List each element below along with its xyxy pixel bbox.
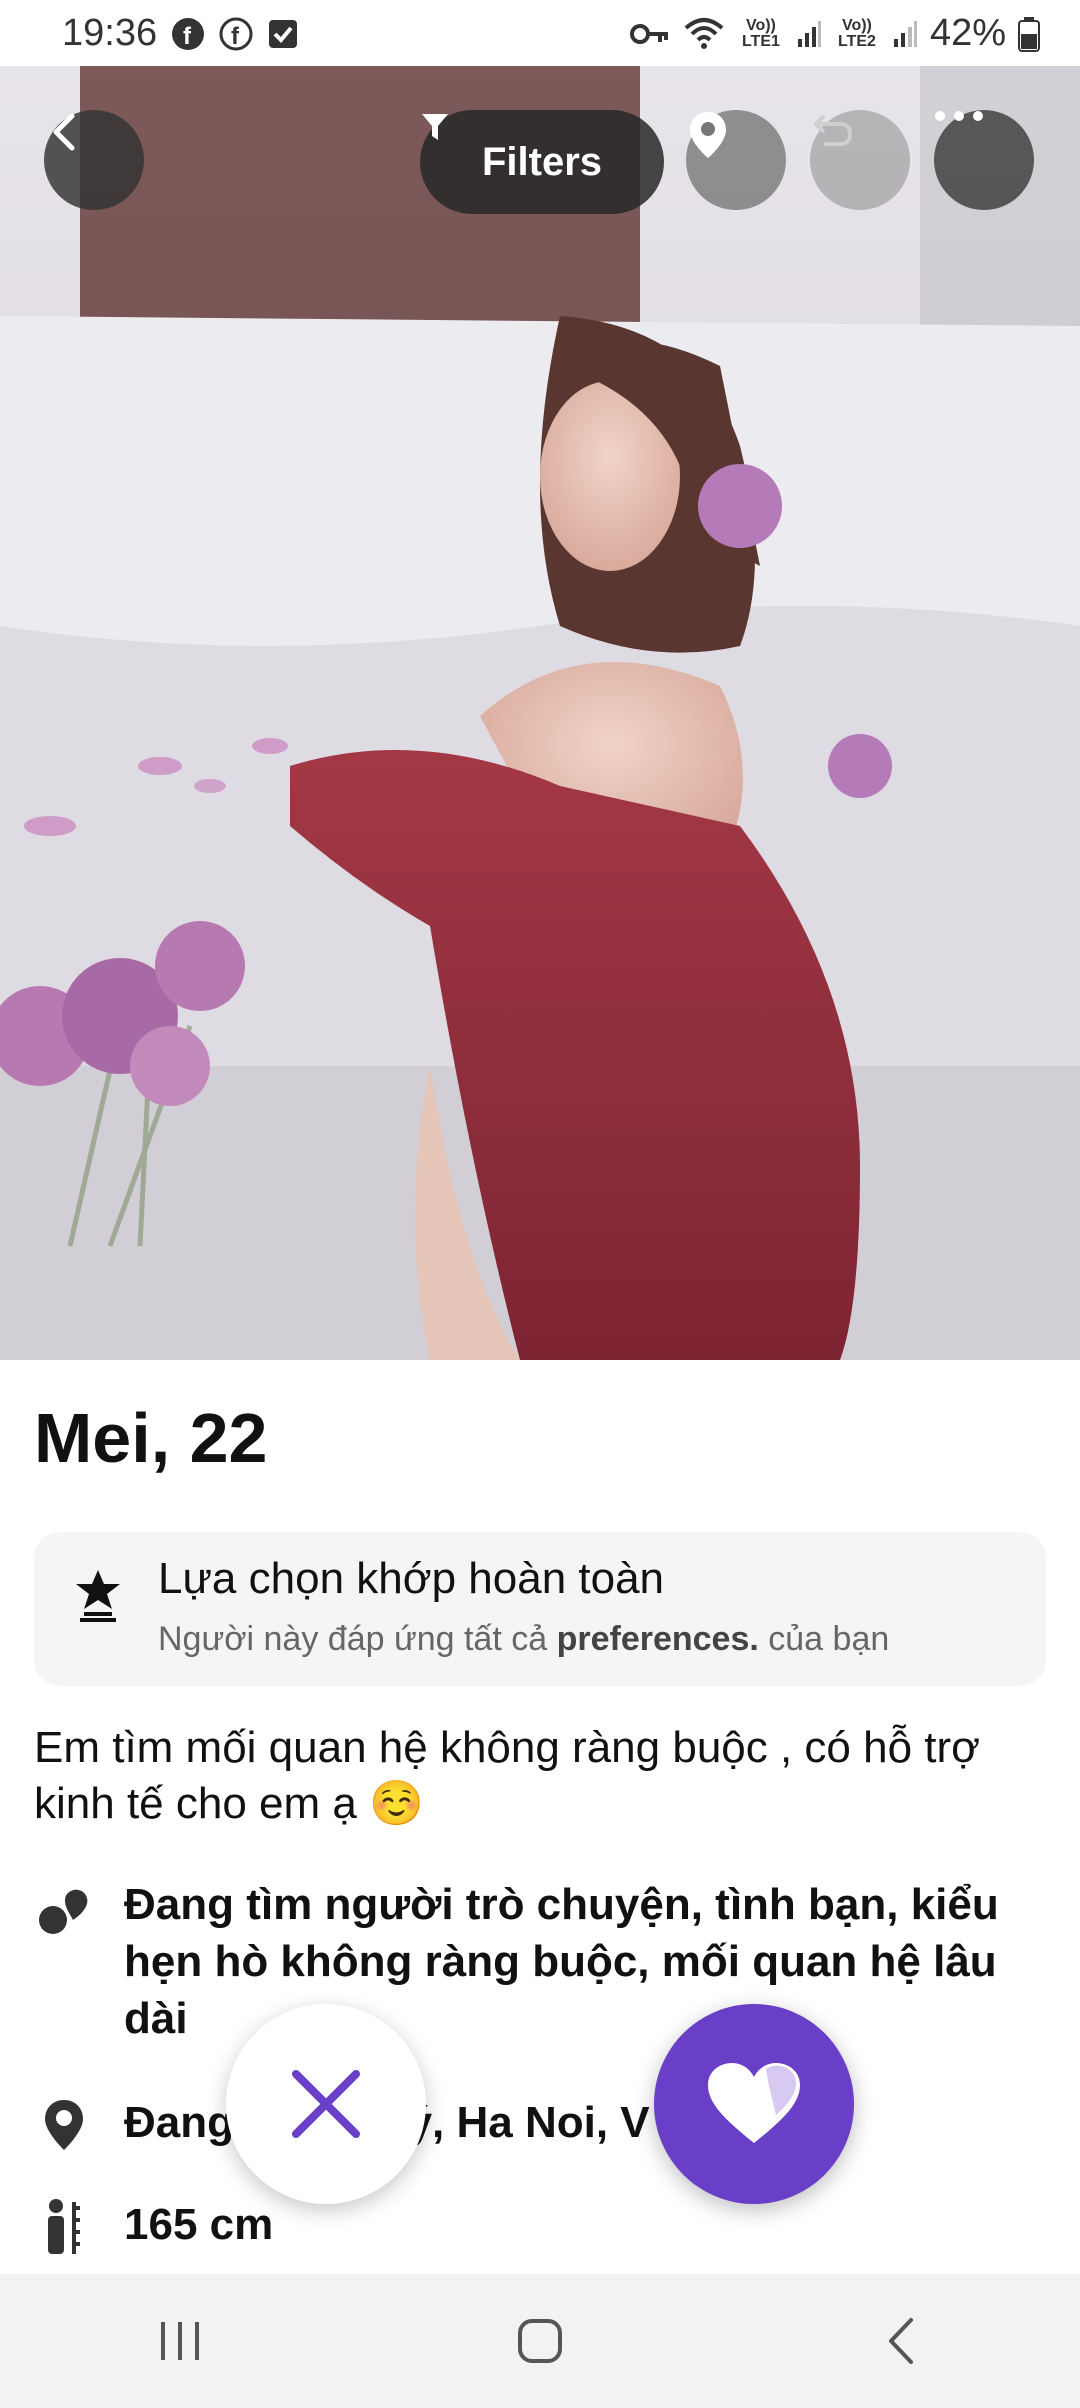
height-text: 165 cm [124,2200,274,2249]
filters-button[interactable]: Filters [420,110,664,214]
back-icon [53,113,75,151]
heart-icon [708,2063,800,2143]
sim1-label: Vo)) LTE1 [741,16,780,50]
recents-button[interactable] [120,2291,240,2391]
pass-button[interactable] [226,2004,426,2204]
battery-icon [1018,16,1040,52]
looking-for-text: Đang tìm người trò chuyện, tình bạn, kiể… [124,1880,999,2043]
checkbox-icon [267,18,299,50]
status-right: Vo)) LTE1 Vo)) LTE2 42% [629,12,1040,55]
nav-back-button[interactable] [840,2291,960,2391]
like-button[interactable] [654,2004,854,2204]
battery-percent: 42% [929,12,1006,54]
match-title: Lựa chọn khớp hoàn toàn [158,1554,665,1603]
looking-for-row: Đang tìm người trò chuyện, tình bạn, kiể… [34,1876,1034,2047]
undo-icon [813,114,853,146]
filters-label: Filters [481,139,603,184]
undo-button[interactable] [810,110,910,210]
filter-icon [422,114,448,140]
signal-icon [796,19,822,49]
location-icon [34,2094,94,2152]
wifi-icon [682,16,726,52]
signal-icon [892,19,918,49]
facebook-icon: f [219,17,253,51]
match-sub-prefix: Người này đáp ứng tất cả [158,1620,557,1658]
system-nav-bar [0,2274,1080,2408]
svg-text:f: f [183,23,192,50]
more-options-button[interactable] [934,110,1034,210]
home-button[interactable] [480,2291,600,2391]
match-sub-suffix: của bạn [758,1620,890,1658]
location-button[interactable] [686,110,786,210]
perfect-match-card: Lựa chọn khớp hoàn toàn Người này đáp ứn… [34,1532,1046,1686]
location-pin-icon [690,112,726,158]
svg-text:f: f [231,23,240,50]
star-badge-icon [70,1566,126,1631]
close-icon [292,2070,360,2138]
sim2-label: Vo)) LTE2 [837,16,876,50]
key-icon [629,21,670,47]
profile-name-age: Mei, 22 [34,1399,268,1477]
photo-illustration [0,66,1080,1360]
profile-bio: Em tìm mối quan hệ không ràng buộc , có … [34,1723,981,1828]
status-time: 19:36 [62,12,158,54]
match-sub-bold: preferences. [556,1620,759,1658]
facebook-icon: f [171,17,205,51]
hearts-icon [34,1876,94,2047]
home-icon [518,2319,562,2363]
more-icon [935,111,983,121]
profile-photo[interactable]: Filters [0,66,1080,1360]
match-subtitle: Người này đáp ứng tất cả preferences. củ… [158,1620,889,1659]
height-row: 165 cm [34,2196,273,2256]
recents-icon [161,2322,199,2360]
back-button[interactable] [44,110,144,210]
status-bar: 19:36 f f Vo)) LTE1 Vo)) LTE2 42% [0,0,1080,66]
height-icon [34,2196,94,2256]
status-left: 19:36 f f [62,12,299,55]
nav-back-icon [889,2318,913,2364]
